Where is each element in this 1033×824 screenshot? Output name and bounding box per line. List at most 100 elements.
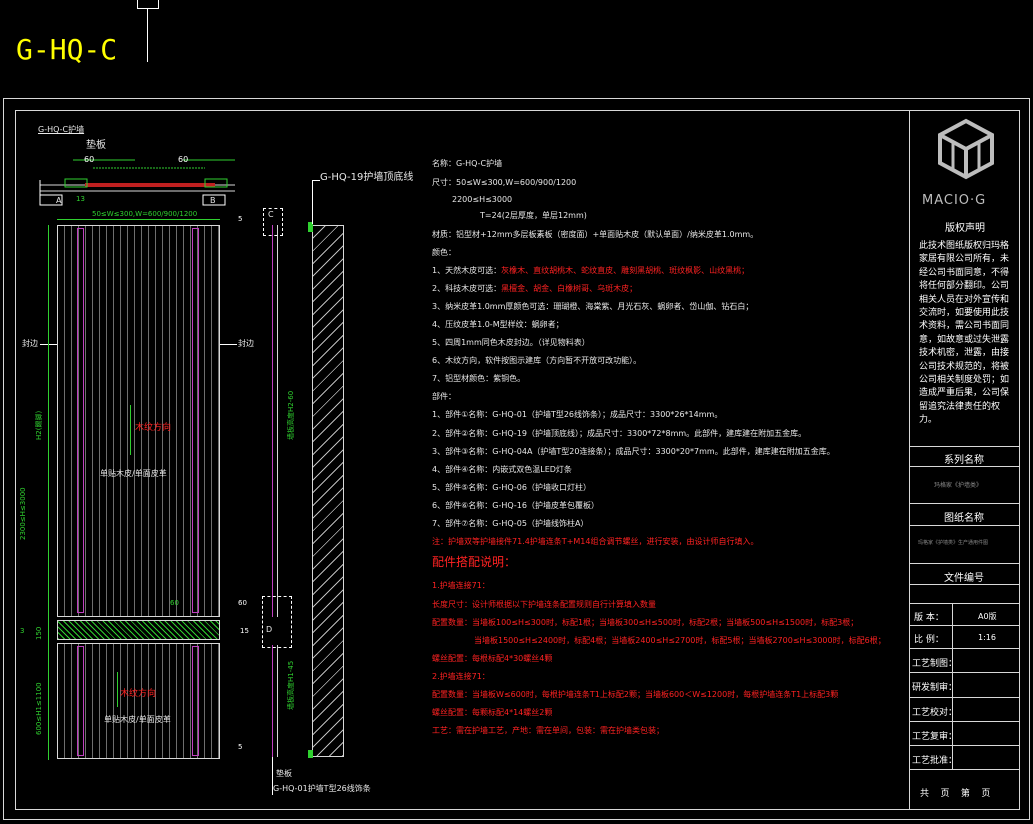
dim-60-left: 60 bbox=[84, 155, 95, 164]
tb-divider-4 bbox=[909, 525, 1020, 526]
wall-hatch bbox=[312, 225, 344, 757]
series-label: 系列名称 bbox=[944, 455, 984, 466]
section-mark-a: A bbox=[56, 196, 62, 205]
callout-bottom-label: G-HQ-01护墙T型26线饰条 bbox=[273, 784, 371, 793]
accessory-a2: 长度尺寸：设计师根据以下护墙连条配置规则自行计算填入数量 bbox=[432, 600, 656, 609]
dim-5-top: 5 bbox=[238, 215, 243, 223]
dim-3: 3 bbox=[20, 627, 25, 635]
spec-c6: 6、木纹方向，软件按图示建库（方向暂不开放可改功能）。 bbox=[432, 356, 642, 365]
tb-row-2 bbox=[909, 648, 1020, 649]
spec-p1: 1、部件①名称：G-HQ-01（护墙T型26线饰条）；成品尺寸：3300*26*… bbox=[432, 410, 723, 419]
front-strip-left-upper bbox=[77, 228, 84, 613]
spec-c1-label: 1、天然木皮可选： bbox=[432, 266, 502, 275]
check-label: 工艺校对： bbox=[912, 708, 958, 718]
spec-c5: 5、四周1mm同色木皮封边。（详见物料表） bbox=[432, 338, 590, 347]
spec-p3: 3、部件③名称：G-HQ-04A（护墙T型20连接条）；成品尺寸：3300*20… bbox=[432, 447, 835, 456]
side-panel-line bbox=[272, 225, 278, 617]
approve-label: 工艺批准： bbox=[912, 756, 958, 766]
spec-c2-label: 2、科技木皮可选： bbox=[432, 284, 502, 293]
callout-top-leader bbox=[312, 180, 313, 224]
spec-c1-value: 灰橡木、直纹胡桃木、蛇纹直皮、雕刻黑胡桃、斑纹枫影、山纹黑桃； bbox=[501, 266, 750, 275]
callout-bottom-pad: 垫板 bbox=[276, 769, 292, 778]
tb-row-7 bbox=[909, 769, 1020, 770]
spec-c4: 4、压纹皮革1.0-M型样纹：蜗卵者； bbox=[432, 320, 564, 329]
accessory-a4: 当墙板1500≤H≤2400时，标配4根；当墙板2400≤H≤2700时，标配5… bbox=[474, 636, 886, 645]
grain-direction-lower: 木纹方向 bbox=[120, 689, 157, 699]
header-box bbox=[137, 0, 159, 9]
front-width-dim: 50≤W≤300,W=600/900/1200 bbox=[92, 210, 198, 218]
version-label: 版 本： bbox=[914, 613, 944, 623]
bottom-trim-mark bbox=[308, 750, 313, 758]
dim-60-right: 60 bbox=[178, 155, 189, 164]
front-strip-right-lower bbox=[192, 646, 199, 756]
tb-divider-1 bbox=[909, 446, 1020, 447]
spec-material: 材质：铝型材+12mm多层板素板（密度面）+单面贴木皮（默认单面）/纳米皮革1.… bbox=[432, 230, 759, 239]
drawing-name-value: 玛格家《护墙类》生产通用件图 bbox=[918, 540, 989, 546]
copyright-title: 版权声明 bbox=[945, 223, 985, 234]
side-dim-60-upper: 60 bbox=[238, 599, 247, 607]
grain-direction-upper: 木纹方向 bbox=[135, 423, 172, 433]
tb-row-6 bbox=[909, 745, 1020, 746]
veneer-label-upper: 单贴木皮/单面皮革 bbox=[100, 469, 167, 478]
accessory-a8: 螺丝配置：每颗标配4*14螺丝2颗 bbox=[432, 708, 553, 717]
spec-parts-title: 部件： bbox=[432, 392, 456, 401]
callout-top-underline bbox=[312, 180, 320, 181]
section-mark-c: C bbox=[268, 210, 274, 219]
spec-note: 注：护墙双等护墙接件71.4护墙连条T+M14组合调节螺丝，进行安装，由设计师自… bbox=[432, 537, 759, 546]
edge-label-right: 封边 bbox=[238, 339, 254, 348]
callout-bottom-leader bbox=[272, 757, 273, 795]
drawing-code: G-HQ-C bbox=[16, 33, 118, 66]
draw-label: 工艺制图： bbox=[912, 659, 958, 669]
side-height-upper: 墙板高度H2-60 bbox=[287, 390, 295, 440]
accessory-a1: 1.护墙连接71： bbox=[432, 581, 490, 590]
spec-p7: 7、部件⑦名称：G-HQ-05（护墙线饰柱A） bbox=[432, 519, 589, 528]
veneer-label-lower: 单贴木皮/单面皮革 bbox=[104, 715, 171, 724]
spec-p5: 5、部件⑤名称：G-HQ-06（护墙收口灯柱） bbox=[432, 483, 591, 492]
height-dim-mid: H2(踢脚) bbox=[35, 410, 43, 440]
section-title: G-HQ-C护墙 bbox=[38, 125, 85, 134]
tb-row-4 bbox=[909, 697, 1020, 698]
accessory-title: 配件搭配说明： bbox=[432, 555, 517, 569]
section-mark-d: D bbox=[266, 625, 273, 634]
accessory-a5: 螺丝配置：每根标配4*30螺丝4颗 bbox=[432, 654, 553, 663]
section-mark-b: B bbox=[210, 196, 216, 205]
front-dim-60: 60 bbox=[170, 599, 179, 607]
front-skirting bbox=[57, 620, 220, 640]
spec-c3: 3、纳米皮革1.0mm厚颜色可选：珊瑚橙、海棠紫、月光石灰、蜗卵者、岱山伽、钻石… bbox=[432, 302, 754, 311]
spec-c2-value: 黑檀金、胡金、白橡树哥、乌斑木皮； bbox=[501, 284, 638, 293]
version-value: A0版 bbox=[978, 612, 997, 621]
edge-label-left: 封边 bbox=[22, 339, 38, 348]
spec-p6: 6、部件⑥名称：G-HQ-16（护墙皮革包覆板） bbox=[432, 501, 599, 510]
spec-c2: 2、科技木皮可选：黑檀金、胡金、白橡树哥、乌斑木皮； bbox=[432, 285, 637, 293]
scale-label: 比 例： bbox=[914, 635, 944, 645]
edge-leader-right bbox=[220, 344, 237, 345]
tb-row-3 bbox=[909, 672, 1020, 673]
file-no-label: 文件编号 bbox=[944, 573, 984, 584]
tb-divider-5 bbox=[909, 563, 1020, 564]
accessory-a6: 2.护墙连接71： bbox=[432, 672, 490, 681]
callout-top-label: G-HQ-19护墙顶底线 bbox=[320, 172, 414, 183]
front-strip-right-upper bbox=[192, 228, 199, 613]
copyright-body: 此技术图纸版权归玛格家居有限公司所有，未经公司书面同意，不得将任何部分翻印。公司… bbox=[919, 241, 1010, 426]
spec-size2: 2200≤H≤3000 bbox=[452, 195, 513, 204]
height-dim-lower: 600≤H1≤1100 bbox=[35, 682, 43, 735]
tb-divider-6 bbox=[909, 584, 1020, 585]
accessory-a7: 配置数量：当墙板W≤600时，每根护墙连条T1上标配2颗；当墙板600＜W≤12… bbox=[432, 690, 839, 699]
side-height-lower: 墙板高度H1-45 bbox=[287, 660, 295, 710]
series-value: 玛格家《护墙类》 bbox=[934, 482, 983, 489]
height-dim-line bbox=[48, 225, 49, 760]
grain-arrow-lower bbox=[117, 672, 118, 707]
grain-arrow-upper bbox=[130, 405, 131, 455]
dim-13: 13 bbox=[76, 195, 85, 203]
header-tick bbox=[147, 8, 148, 62]
height-dim-total: 2300≤H≤3000 bbox=[19, 487, 27, 540]
dim-150: 150 bbox=[35, 626, 43, 640]
spec-p2: 2、部件②名称：G-HQ-19（护墙顶底线）；成品尺寸：3300*72*8mm。… bbox=[432, 429, 807, 438]
scale-value: 1:16 bbox=[978, 633, 996, 642]
spec-c7: 7、铝型材颜色：紫铜色。 bbox=[432, 374, 526, 383]
front-strip-left-lower bbox=[77, 646, 84, 756]
side-dim-15: 15 bbox=[240, 627, 249, 635]
accessory-a3: 配置数量：当墙板100≤H≤300时，标配1根；当墙板300≤H≤500时，标配… bbox=[432, 618, 859, 627]
side-panel-line-lower bbox=[272, 645, 278, 757]
rd-label: 研发制审： bbox=[912, 683, 958, 693]
